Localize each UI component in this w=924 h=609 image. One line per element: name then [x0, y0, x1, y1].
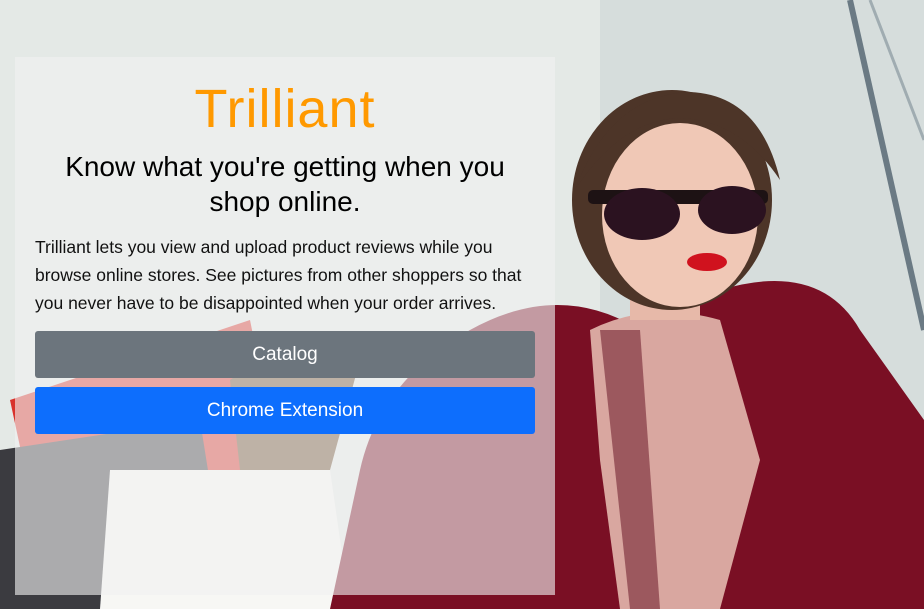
hero-section: Trilliant Know what you're getting when … — [0, 0, 924, 609]
intro-panel: Trilliant Know what you're getting when … — [15, 57, 555, 595]
brand-title: Trilliant — [194, 79, 376, 139]
chrome-extension-button[interactable]: Chrome Extension — [35, 387, 535, 434]
tagline: Know what you're getting when you shop o… — [65, 151, 505, 217]
description: Trilliant lets you view and upload produ… — [35, 237, 522, 313]
catalog-button[interactable]: Catalog — [35, 331, 535, 378]
